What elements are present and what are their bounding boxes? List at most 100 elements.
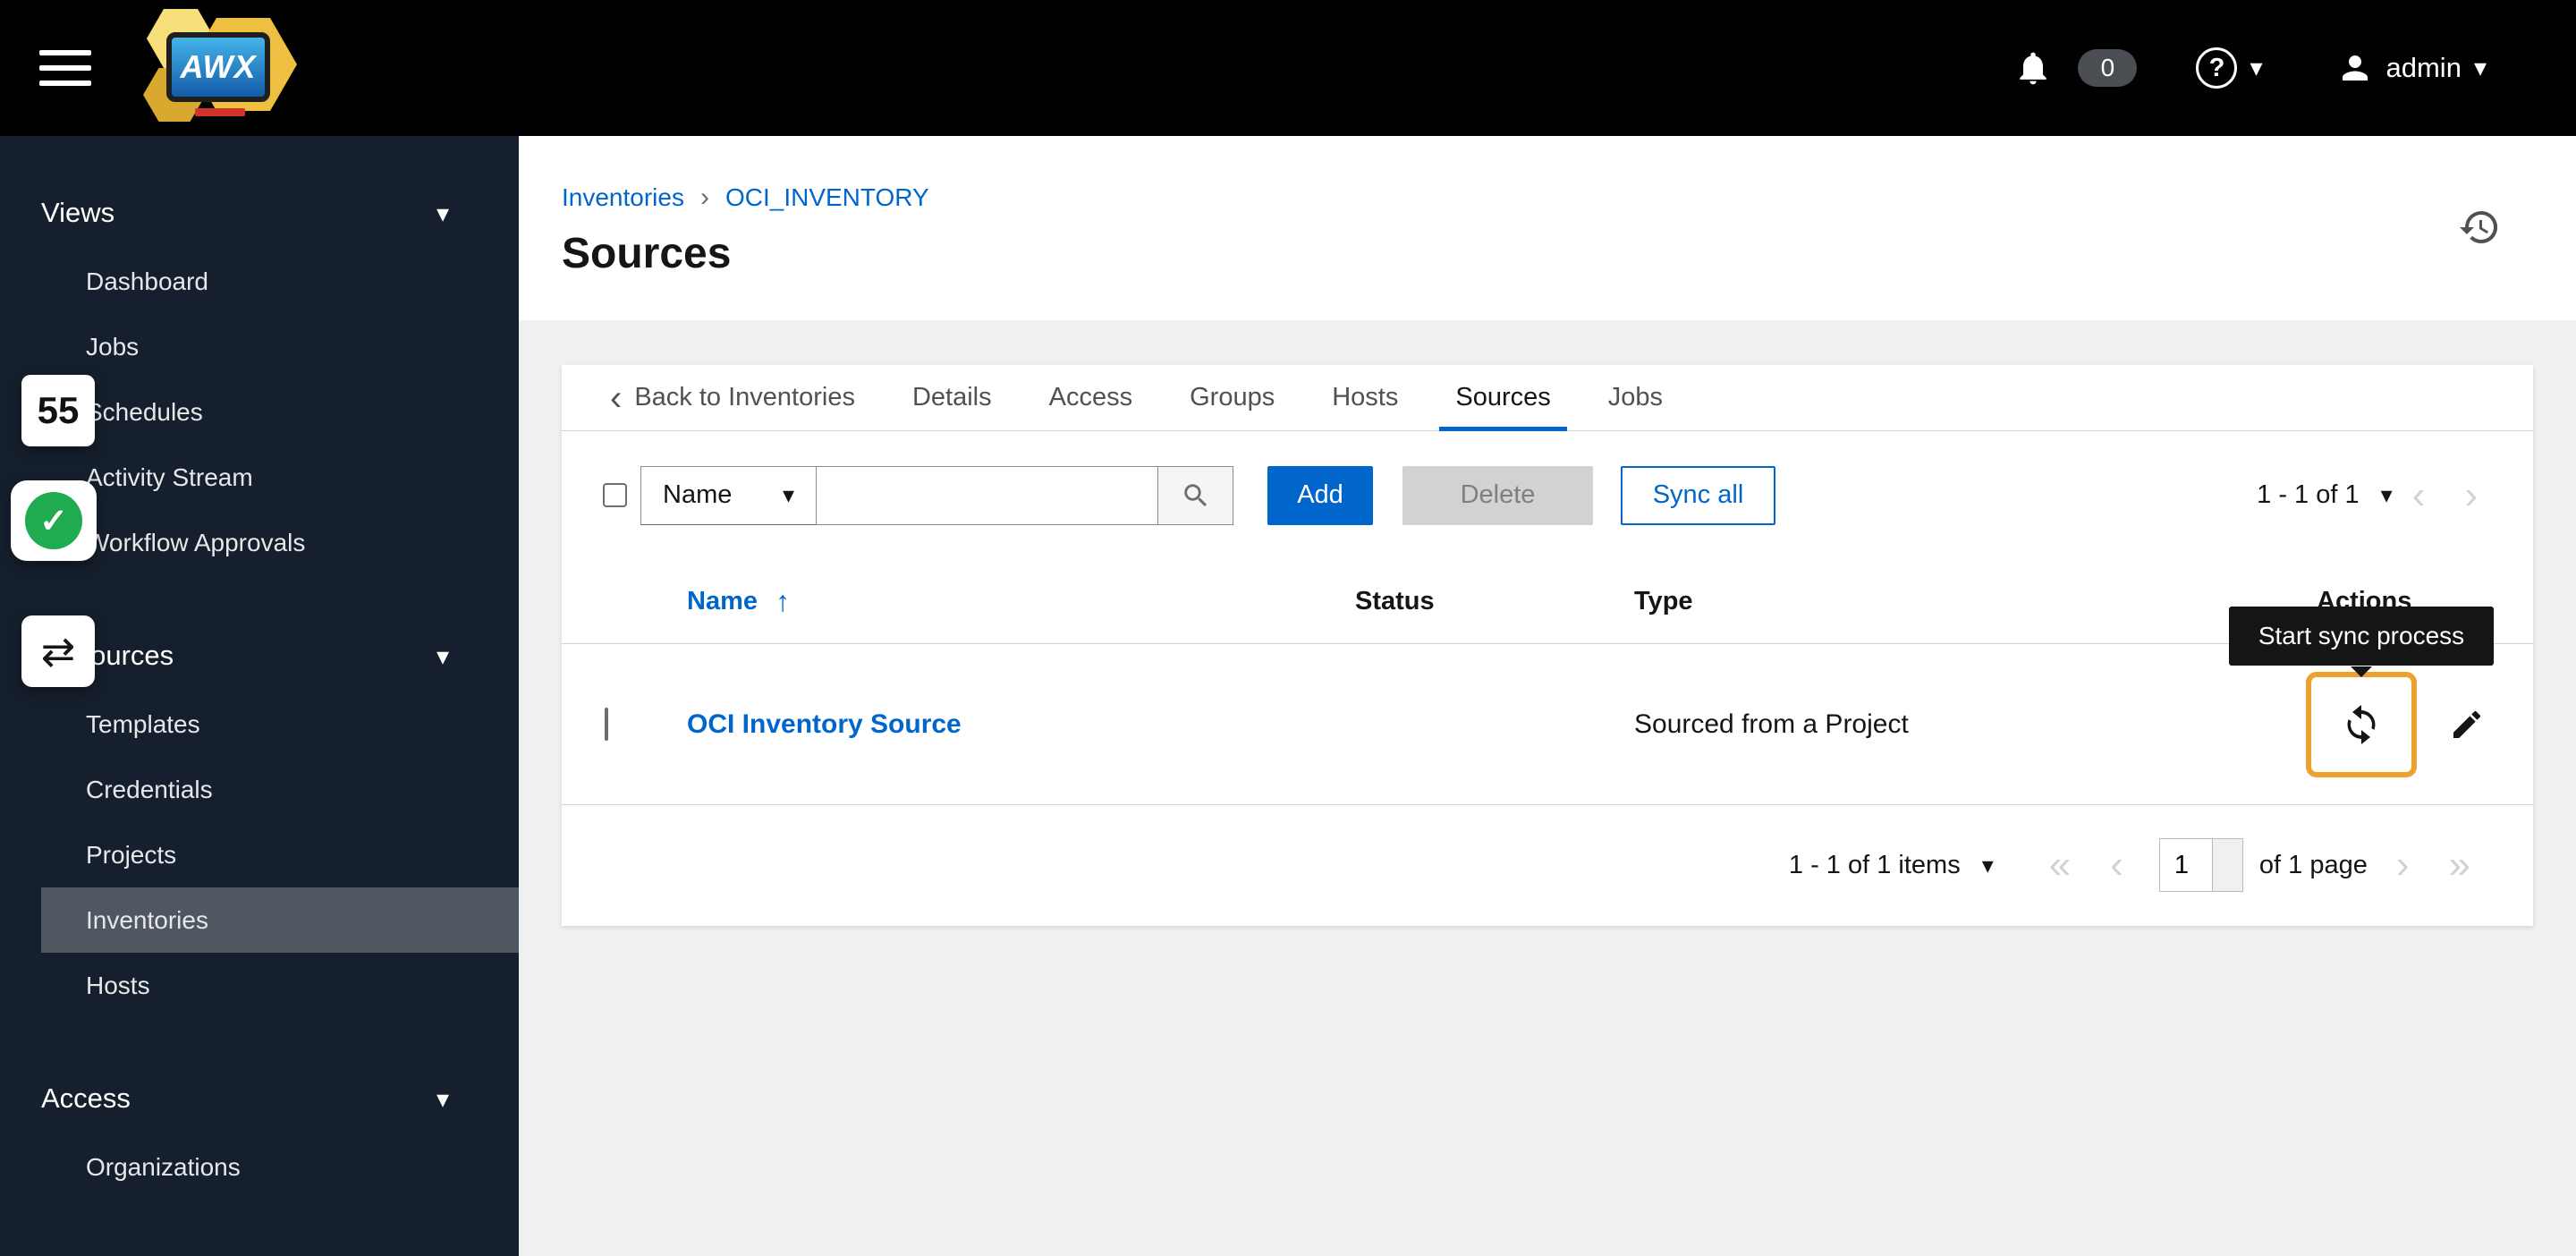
sidebar-group-access[interactable]: Access ▾ <box>0 1063 519 1134</box>
last-page-button[interactable]: » <box>2429 845 2490 885</box>
pagination-controls: « ‹ of 1 page › » <box>2029 838 2490 892</box>
column-header-status: Status <box>1355 587 1634 616</box>
sidebar-item-jobs[interactable]: Jobs <box>0 314 519 379</box>
edit-source-button[interactable] <box>2449 707 2485 743</box>
chevron-down-icon: ▾ <box>2250 55 2262 81</box>
sync-tooltip: Start sync process <box>2229 607 2494 666</box>
logo-text: AWX <box>180 48 256 86</box>
page-number-input[interactable] <box>2159 838 2213 892</box>
notifications-button[interactable]: 0 <box>2013 48 2137 88</box>
tab-hosts[interactable]: Hosts <box>1303 365 1427 430</box>
swap-arrows-overlay: ⇄ <box>21 615 95 687</box>
tab-groups[interactable]: Groups <box>1161 365 1303 430</box>
add-button[interactable]: Add <box>1267 466 1373 525</box>
range-summary-label: 1 - 1 of 1 <box>2257 480 2359 510</box>
sync-icon <box>2340 703 2383 746</box>
search-input[interactable] <box>817 466 1158 525</box>
page-header: Inventories › OCI_INVENTORY Sources <box>519 136 2576 320</box>
nav-toggle-button[interactable] <box>39 50 91 86</box>
filter-key-value: Name <box>663 480 732 510</box>
chevron-down-icon: ▾ <box>436 1084 449 1114</box>
list-toolbar: Name ▾ Add Delete Sync all 1 - 1 of 1 ▾ <box>562 431 2533 559</box>
sidebar-item-projects[interactable]: Projects <box>0 822 519 887</box>
content-area: ‹ Back to Inventories Details Access Gro… <box>519 320 2576 1256</box>
username-label: admin <box>2386 52 2462 84</box>
sync-button-highlight-ring <box>2306 672 2417 777</box>
breadcrumb: Inventories › OCI_INVENTORY <box>562 182 2501 213</box>
main-content: Inventories › OCI_INVENTORY Sources ‹ Ba… <box>519 136 2576 1256</box>
sidebar-item-hosts[interactable]: Hosts <box>0 953 519 1018</box>
sidebar-section-access: Access ▾ Organizations <box>0 1063 519 1200</box>
prev-page-button[interactable]: ‹ <box>2090 845 2143 885</box>
search-icon <box>1181 480 1211 511</box>
angle-left-icon: ‹ <box>610 384 622 412</box>
search-button[interactable] <box>1158 466 1233 525</box>
chevron-down-icon: ▾ <box>2474 55 2487 81</box>
items-summary-label: 1 - 1 of 1 items <box>1789 851 1961 880</box>
breadcrumb-oci-inventory-link[interactable]: OCI_INVENTORY <box>725 183 929 212</box>
row-checkbox[interactable] <box>605 708 608 741</box>
sync-all-button[interactable]: Sync all <box>1621 466 1775 525</box>
filter-key-select[interactable]: Name ▾ <box>640 466 817 525</box>
sort-ascending-icon[interactable]: ↑ <box>775 585 790 618</box>
chevron-down-icon: ▾ <box>783 481 794 509</box>
first-page-button[interactable]: « <box>2029 845 2090 885</box>
source-type-cell: Sourced from a Project <box>1634 709 2297 740</box>
pencil-icon <box>2449 707 2485 743</box>
chevron-down-icon: ▾ <box>436 199 449 228</box>
sidebar-item-inventories[interactable]: Inventories <box>41 887 519 953</box>
topbar-actions: 0 ? ▾ admin ▾ <box>2013 47 2487 89</box>
chevron-down-icon: ▾ <box>1982 852 1994 879</box>
sidebar-group-views[interactable]: Views ▾ <box>0 177 519 249</box>
bell-icon <box>2013 48 2053 88</box>
sidebar-item-templates[interactable]: Templates <box>0 692 519 757</box>
breadcrumb-inventories-link[interactable]: Inventories <box>562 183 684 212</box>
column-header-name[interactable]: Name <box>687 587 758 616</box>
next-page-button[interactable]: › <box>2377 845 2429 885</box>
step-counter-overlay: 55 <box>21 375 95 446</box>
help-menu-button[interactable]: ? ▾ <box>2196 47 2262 89</box>
items-summary-dropdown[interactable]: 1 - 1 of 1 items ▾ <box>1789 851 1994 880</box>
next-page-button[interactable]: › <box>2445 476 2497 515</box>
tab-sources[interactable]: Sources <box>1427 365 1579 430</box>
check-icon: ✓ <box>25 492 82 549</box>
tab-back-to-inventories[interactable]: ‹ Back to Inventories <box>581 365 884 430</box>
history-icon <box>2458 206 2501 249</box>
column-header-type: Type <box>1634 587 2297 616</box>
logo-monitor: AWX <box>166 32 270 102</box>
select-all-checkbox[interactable] <box>603 483 627 507</box>
sidebar-item-organizations[interactable]: Organizations <box>0 1134 519 1200</box>
page-count-label: of 1 page <box>2259 851 2368 880</box>
logo-stand <box>195 108 245 116</box>
chevron-down-icon: ▾ <box>2381 481 2393 509</box>
start-sync-button[interactable] <box>2340 703 2383 746</box>
table-footer: 1 - 1 of 1 items ▾ « ‹ of 1 page › » <box>562 805 2533 925</box>
sources-card: ‹ Back to Inventories Details Access Gro… <box>562 365 2533 926</box>
tab-access[interactable]: Access <box>1021 365 1161 430</box>
question-icon: ? <box>2196 47 2237 89</box>
user-icon <box>2336 49 2374 87</box>
sidebar-item-dashboard[interactable]: Dashboard <box>0 249 519 314</box>
source-name-link[interactable]: OCI Inventory Source <box>687 709 962 740</box>
sidebar: Views ▾ Dashboard Jobs Schedules Activit… <box>0 136 519 1256</box>
tab-details[interactable]: Details <box>884 365 1021 430</box>
page-title: Sources <box>562 229 2501 278</box>
notification-count-badge: 0 <box>2078 49 2137 87</box>
sidebar-group-label: Views <box>41 197 114 229</box>
tab-jobs[interactable]: Jobs <box>1580 365 1691 430</box>
chevron-down-icon: ▾ <box>436 641 449 671</box>
awx-logo[interactable]: AWX <box>143 9 297 127</box>
prev-page-button[interactable]: ‹ <box>2393 476 2445 515</box>
user-menu-button[interactable]: admin ▾ <box>2336 49 2487 87</box>
success-check-overlay: ✓ <box>11 480 97 561</box>
history-button[interactable] <box>2458 206 2501 251</box>
range-summary-dropdown[interactable]: 1 - 1 of 1 ▾ <box>2257 480 2393 510</box>
hamburger-icon <box>39 50 91 55</box>
toolbar-pagination: 1 - 1 of 1 ▾ ‹ › <box>2257 476 2497 515</box>
top-navbar: AWX 0 ? ▾ admin ▾ <box>0 0 2576 136</box>
sidebar-item-credentials[interactable]: Credentials <box>0 757 519 822</box>
tab-bar: ‹ Back to Inventories Details Access Gro… <box>562 365 2533 431</box>
delete-button[interactable]: Delete <box>1402 466 1593 525</box>
chevron-right-icon: › <box>700 182 709 213</box>
page-input-spinner <box>2213 838 2243 892</box>
